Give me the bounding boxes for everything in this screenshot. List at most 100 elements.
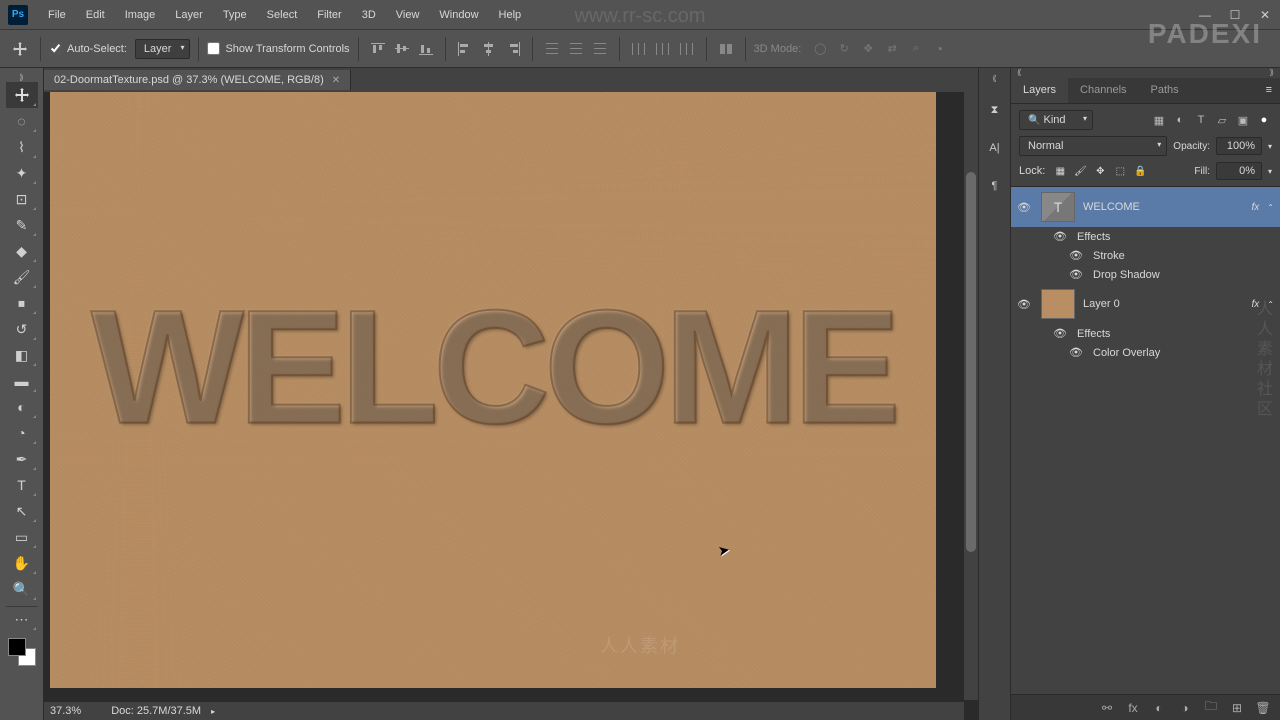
link-layers-icon[interactable]: ⚯ <box>1098 699 1116 717</box>
menu-window[interactable]: Window <box>429 3 488 27</box>
menu-select[interactable]: Select <box>257 3 308 27</box>
distribute-vcenter-icon[interactable] <box>565 38 587 60</box>
adjustment-layer-icon[interactable]: ◑ <box>1176 699 1194 717</box>
dodge-tool[interactable]: ◔ <box>6 420 38 446</box>
tab-paths[interactable]: Paths <box>1139 78 1191 103</box>
layer-name[interactable]: Layer 0 <box>1083 298 1244 310</box>
auto-align-icon[interactable] <box>715 38 737 60</box>
align-top-icon[interactable] <box>367 38 389 60</box>
opacity-dropdown-icon[interactable]: ▾ <box>1268 142 1272 151</box>
layer-thumb-raster[interactable] <box>1041 289 1075 319</box>
magic-wand-tool[interactable]: ✦ <box>6 160 38 186</box>
group-icon[interactable]: 🗀 <box>1202 699 1220 717</box>
hand-tool[interactable]: ✋ <box>6 550 38 576</box>
color-swatches[interactable] <box>8 638 36 666</box>
rectangle-tool[interactable]: ▭ <box>6 524 38 550</box>
3d-slide-icon[interactable]: ⇄ <box>881 38 903 60</box>
doc-info[interactable]: Doc: 25.7M/37.5M <box>111 705 201 717</box>
filter-type-icon[interactable]: T <box>1193 112 1209 128</box>
filter-smart-icon[interactable]: ▣ <box>1235 112 1251 128</box>
crop-tool[interactable]: ⊡ <box>6 186 38 212</box>
opacity-value[interactable]: 100% <box>1216 137 1262 155</box>
lock-position-icon[interactable]: ✥ <box>1091 162 1109 180</box>
stamp-tool[interactable]: ⏹ <box>6 290 38 316</box>
menu-3d[interactable]: 3D <box>352 3 386 27</box>
tab-close-icon[interactable]: ✕ <box>332 75 340 86</box>
menu-image[interactable]: Image <box>115 3 166 27</box>
filter-kind-dropdown[interactable]: 🔍 Kind <box>1019 110 1093 130</box>
layer-fx-badge[interactable]: fx <box>1252 299 1260 310</box>
edit-toolbar[interactable]: ⋯ <box>6 606 38 632</box>
visibility-icon[interactable]: 👁 <box>1017 298 1033 311</box>
layer-style-icon[interactable]: fx <box>1124 699 1142 717</box>
visibility-icon[interactable]: 👁 <box>1053 230 1069 243</box>
eyedropper-tool[interactable]: ✎ <box>6 212 38 238</box>
brush-tool[interactable]: 🖌 <box>6 264 38 290</box>
filter-toggle-icon[interactable]: ● <box>1256 112 1272 128</box>
show-transform-checkbox[interactable]: Show Transform Controls <box>207 42 349 55</box>
path-select-tool[interactable]: ↖ <box>6 498 38 524</box>
history-brush-tool[interactable]: ↺ <box>6 316 38 342</box>
layer-name[interactable]: WELCOME <box>1083 201 1244 213</box>
menu-view[interactable]: View <box>386 3 430 27</box>
move-tool-icon[interactable] <box>8 37 32 61</box>
fill-dropdown-icon[interactable]: ▾ <box>1268 167 1272 176</box>
doc-info-arrow-icon[interactable]: ▸ <box>211 707 215 716</box>
move-tool[interactable] <box>6 82 38 108</box>
new-layer-icon[interactable]: ⊞ <box>1228 699 1246 717</box>
3d-zoom-icon[interactable]: ⌕ <box>905 38 927 60</box>
gradient-tool[interactable]: ▬ <box>6 368 38 394</box>
fx-collapse-icon[interactable]: ⌃ <box>1267 203 1274 212</box>
menu-edit[interactable]: Edit <box>76 3 115 27</box>
distribute-bottom-icon[interactable] <box>589 38 611 60</box>
effect-color-overlay[interactable]: 👁 Color Overlay <box>1011 343 1280 362</box>
menu-layer[interactable]: Layer <box>165 3 213 27</box>
lock-artboard-icon[interactable]: ⬚ <box>1111 162 1129 180</box>
layer-0[interactable]: 👁 Layer 0 fx ⌃ <box>1011 284 1280 324</box>
lock-all-icon[interactable]: 🔒 <box>1131 162 1149 180</box>
effects-header[interactable]: 👁 Effects <box>1011 227 1280 246</box>
distribute-top-icon[interactable] <box>541 38 563 60</box>
3d-pan-icon[interactable]: ✥ <box>857 38 879 60</box>
visibility-icon[interactable]: 👁 <box>1069 268 1085 281</box>
panel-menu-icon[interactable]: ≡ <box>1258 78 1280 103</box>
layer-thumb-text[interactable]: T <box>1041 192 1075 222</box>
effect-drop-shadow[interactable]: 👁 Drop Shadow <box>1011 265 1280 284</box>
vertical-scrollbar[interactable] <box>964 92 978 700</box>
layer-welcome[interactable]: 👁 T WELCOME fx ⌃ <box>1011 187 1280 227</box>
distribute-hcenter-icon[interactable] <box>652 38 674 60</box>
maximize-button[interactable]: ☐ <box>1220 3 1250 27</box>
align-left-icon[interactable] <box>454 38 476 60</box>
3d-camera-icon[interactable]: ▪ <box>929 38 951 60</box>
panel-expand-right-icon[interactable]: ⟫ <box>1270 68 1274 78</box>
3d-roll-icon[interactable]: ↻ <box>833 38 855 60</box>
filter-shape-icon[interactable]: ▱ <box>1214 112 1230 128</box>
layer-mask-icon[interactable]: ◐ <box>1150 699 1168 717</box>
toolbar-expand[interactable]: ⟫ <box>0 72 43 82</box>
document-tab[interactable]: 02-DoormatTexture.psd @ 37.3% (WELCOME, … <box>44 70 351 90</box>
canvas[interactable]: WELCOME ➤ <box>50 92 936 688</box>
filter-adjustment-icon[interactable]: ◐ <box>1172 112 1188 128</box>
3d-orbit-icon[interactable]: ◯ <box>809 38 831 60</box>
menu-type[interactable]: Type <box>213 3 257 27</box>
fx-collapse-icon[interactable]: ⌃ <box>1267 300 1274 309</box>
distribute-right-icon[interactable] <box>676 38 698 60</box>
align-bottom-icon[interactable] <box>415 38 437 60</box>
auto-select-dropdown[interactable]: Layer <box>135 39 191 59</box>
fill-value[interactable]: 0% <box>1216 162 1262 180</box>
zoom-tool[interactable]: 🔍 <box>6 576 38 602</box>
visibility-icon[interactable]: 👁 <box>1069 249 1085 262</box>
scroll-thumb[interactable] <box>966 172 976 552</box>
lasso-tool[interactable]: ⌇ <box>6 134 38 160</box>
menu-filter[interactable]: Filter <box>307 3 351 27</box>
align-right-icon[interactable] <box>502 38 524 60</box>
panel-collapse-icon[interactable]: ⟪ <box>1017 68 1021 78</box>
healing-tool[interactable]: ◆ <box>6 238 38 264</box>
eraser-tool[interactable]: ◧ <box>6 342 38 368</box>
type-tool[interactable]: T <box>6 472 38 498</box>
panel-expand-icon[interactable]: ⟪ <box>992 74 996 84</box>
visibility-icon[interactable]: 👁 <box>1053 327 1069 340</box>
distribute-left-icon[interactable] <box>628 38 650 60</box>
paragraph-panel-icon[interactable]: ¶ <box>983 174 1007 198</box>
align-hcenter-icon[interactable] <box>478 38 500 60</box>
